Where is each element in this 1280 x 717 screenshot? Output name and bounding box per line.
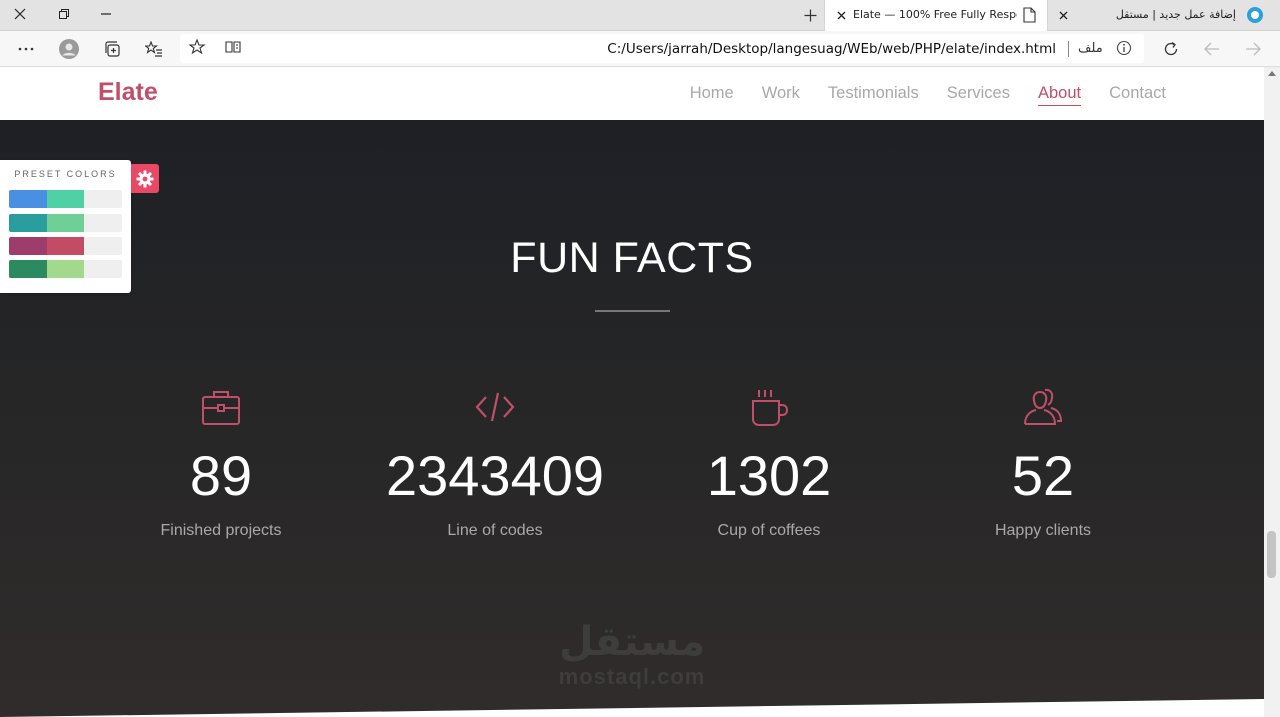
tab-title: Elate — 100% Free Fully Responsive	[853, 8, 1017, 21]
fact-value: 1302	[706, 444, 832, 507]
arrow-left-icon	[1204, 42, 1219, 56]
users-icon	[906, 382, 1180, 432]
tab-title-mostaql[interactable]: إضافة عمل جديد | مستقل	[1080, 8, 1236, 21]
address-bar[interactable]: C:/Users/jarrah/Desktop/langesuag/WEb/we…	[180, 34, 1144, 63]
coffee-cup-icon	[632, 382, 906, 432]
fact-item: 1302 Cup of coffees	[632, 382, 906, 540]
color-swatch[interactable]	[9, 237, 122, 255]
tab-close-button[interactable]	[833, 7, 849, 23]
add-favorite-button[interactable]	[188, 38, 206, 60]
fact-value: 89	[189, 444, 253, 507]
scroll-up-arrow-icon[interactable]	[1268, 71, 1276, 76]
gear-icon	[136, 170, 154, 187]
section-bottom-slant	[0, 699, 1264, 717]
tab-bar: Elate — 100% Free Fully Responsive إضافة…	[0, 0, 1280, 31]
nav-about[interactable]: About	[1038, 84, 1082, 106]
nav-home[interactable]: Home	[690, 84, 734, 106]
refresh-icon	[1164, 41, 1178, 56]
section-title: FUN FACTS	[510, 234, 754, 282]
new-tab-button[interactable]	[799, 4, 821, 26]
title-divider	[595, 310, 670, 312]
url-text[interactable]: C:/Users/jarrah/Desktop/langesuag/WEb/we…	[500, 41, 1056, 57]
close-icon	[1059, 11, 1067, 19]
page-scrollbar[interactable]	[1264, 67, 1280, 717]
site-header: Elate Home Work Testimonials Services Ab…	[0, 67, 1264, 121]
fact-label: Cup of coffees	[717, 522, 821, 539]
watermark-arabic: مستقل	[558, 619, 706, 665]
fact-item: 89 Finished projects	[84, 382, 358, 540]
minimize-icon	[101, 13, 111, 15]
fact-label: Finished projects	[160, 522, 282, 539]
arrow-right-icon	[1246, 42, 1261, 56]
collections-button[interactable]	[101, 37, 125, 61]
close-icon	[837, 11, 845, 19]
scrollbar-thumb[interactable]	[1267, 531, 1276, 578]
color-swatch[interactable]	[9, 260, 122, 278]
color-swatch[interactable]	[9, 214, 122, 232]
star-icon	[188, 38, 206, 55]
mostaql-favicon-icon	[1247, 7, 1263, 23]
main-nav: Home Work Testimonials Services About Co…	[690, 84, 1166, 106]
settings-menu-button[interactable]	[14, 37, 38, 61]
close-icon	[14, 8, 26, 20]
favorites-list-icon	[145, 41, 162, 57]
briefcase-icon	[84, 382, 358, 432]
address-toolbar: C:/Users/jarrah/Desktop/langesuag/WEb/we…	[0, 31, 1280, 67]
fact-value: 2343409	[385, 444, 604, 507]
nav-contact[interactable]: Contact	[1109, 84, 1166, 106]
document-icon	[1023, 7, 1036, 27]
nav-work[interactable]: Work	[762, 84, 800, 106]
reader-icon	[225, 41, 241, 53]
fact-value: 52	[1011, 444, 1075, 507]
immersive-reader-button[interactable]	[224, 38, 242, 60]
preset-colors-panel: PRESET COLORS	[0, 160, 131, 293]
refresh-button[interactable]	[1159, 37, 1183, 61]
color-swatch[interactable]	[9, 190, 122, 208]
close-window-button[interactable]	[8, 3, 32, 25]
ellipsis-icon	[18, 47, 34, 51]
restore-icon	[59, 9, 69, 19]
brand-logo[interactable]: Elate	[98, 78, 158, 107]
code-icon	[358, 382, 632, 432]
url-scheme-label: ملف	[1078, 41, 1103, 56]
preset-colors-title: PRESET COLORS	[14, 169, 117, 179]
favorites-button[interactable]	[142, 37, 166, 61]
preset-toggle-button[interactable]	[131, 164, 159, 193]
plus-icon	[804, 9, 816, 21]
back-button[interactable]	[1200, 37, 1224, 61]
forward-button[interactable]	[1241, 37, 1265, 61]
fact-item: 2343409 Line of codes	[358, 382, 632, 540]
site-info-button[interactable]	[1116, 40, 1132, 60]
fact-label: Happy clients	[994, 522, 1092, 539]
profile-button[interactable]	[57, 37, 81, 61]
url-separator	[1068, 41, 1069, 57]
nav-testimonials[interactable]: Testimonials	[828, 84, 919, 106]
tab-close-button-mostaql[interactable]	[1055, 7, 1071, 23]
minimize-window-button[interactable]	[94, 3, 118, 25]
fact-item: 52 Happy clients	[906, 382, 1180, 540]
collections-icon	[105, 41, 120, 57]
avatar-icon	[59, 39, 79, 59]
info-icon	[1116, 40, 1132, 56]
nav-services[interactable]: Services	[947, 84, 1010, 106]
fun-facts-section: FUN FACTS 89 Finished projects 2343409 L…	[0, 120, 1264, 717]
fact-label: Line of codes	[447, 522, 543, 539]
tab-elate[interactable]: Elate — 100% Free Fully Responsive	[824, 0, 1048, 31]
restore-window-button[interactable]	[52, 3, 76, 25]
